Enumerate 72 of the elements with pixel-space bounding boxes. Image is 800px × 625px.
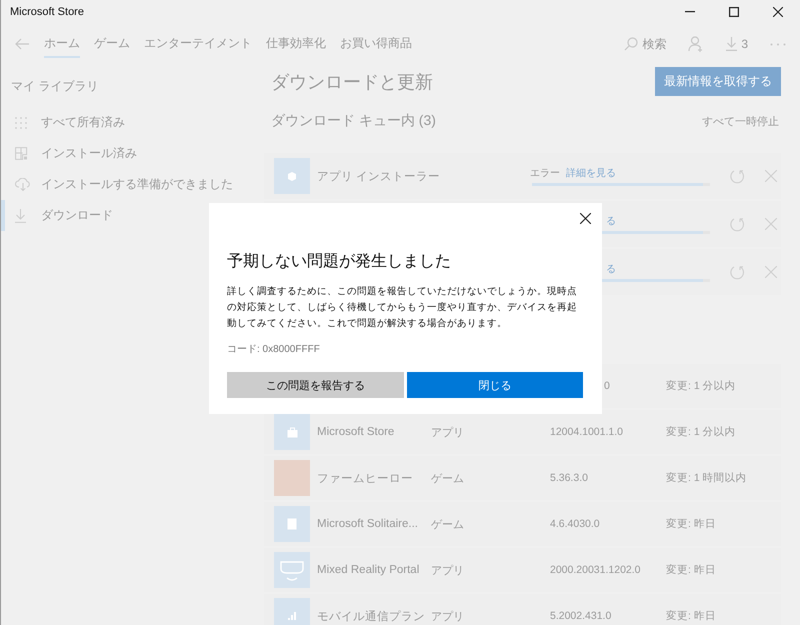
- app-name: Microsoft Store: [316, 426, 396, 438]
- changed-date: 変更: 1 分以内: [666, 425, 736, 439]
- report-button[interactable]: この問題を報告する: [227, 372, 404, 398]
- signal-icon: [287, 611, 297, 621]
- download-icon: [15, 208, 26, 222]
- search-button[interactable]: 検索: [624, 36, 666, 52]
- cloud-download-icon: [15, 178, 31, 191]
- dialog-message: 詳しく調査するために、この問題を報告していただけないでしょうか。現時点の対応策として、しばらく待機してからもう一度やり直すか、デバイスを再起動してみてください。これで問題が解決する場合があります。: [227, 285, 578, 331]
- details-link[interactable]: る: [606, 262, 616, 276]
- app-type: ゲーム: [431, 472, 465, 486]
- details-link[interactable]: 詳細を見る: [566, 166, 616, 180]
- app-type: アプリ: [431, 610, 465, 624]
- app-version: 2000.20031.1202.0: [550, 564, 642, 576]
- cancel-icon[interactable]: [765, 218, 777, 230]
- nav-tab[interactable]: 仕事効率化: [266, 30, 326, 58]
- details-link[interactable]: る: [606, 214, 616, 228]
- status-text: エラー: [530, 167, 560, 180]
- maximize-icon[interactable]: [729, 7, 739, 17]
- changed-date: 変更: 昨日: [666, 563, 716, 577]
- get-updates-button[interactable]: 最新情報を取得する: [655, 67, 781, 96]
- pause-all-link[interactable]: すべて一時停止: [702, 114, 779, 129]
- app-version: 5.2002.431.0: [550, 610, 612, 622]
- nav-tab[interactable]: ゲーム: [94, 30, 130, 58]
- sidebar-item[interactable]: インストール済み: [1, 138, 263, 169]
- sidebar-item[interactable]: すべて所有済み: [1, 107, 263, 138]
- window-title: Microsoft Store: [10, 6, 84, 18]
- app-type: アプリ: [431, 426, 465, 440]
- downloads-button[interactable]: 3: [726, 37, 748, 51]
- error-code: コード: 0x8000FFFF: [227, 343, 321, 356]
- cancel-icon[interactable]: [765, 170, 777, 182]
- card-icon: [287, 518, 297, 530]
- person-add-icon[interactable]: [688, 36, 704, 52]
- grid-icon: [15, 116, 27, 128]
- close-button[interactable]: 閉じる: [406, 372, 583, 398]
- dialog-title: 予期しない問題が発生しました: [227, 252, 452, 272]
- app-type: アプリ: [431, 564, 465, 578]
- retry-icon[interactable]: [730, 168, 745, 184]
- more-icon[interactable]: [770, 42, 786, 46]
- changed-date: 変更: 1 分以内: [666, 379, 736, 393]
- queue-heading: ダウンロード キュー内 (3): [271, 112, 436, 130]
- close-icon[interactable]: [580, 213, 591, 224]
- app-version: 12004.1001.1.0: [550, 426, 624, 438]
- app-name: Microsoft Solitaire...: [316, 518, 419, 530]
- retry-icon[interactable]: [730, 216, 745, 232]
- app-name: Mixed Reality Portal: [316, 564, 420, 576]
- sidebar-item[interactable]: インストールする準備ができました: [1, 169, 263, 200]
- app-name: アプリ インストーラー: [316, 169, 442, 184]
- back-arrow-icon[interactable]: [15, 38, 29, 50]
- changed-date: 変更: 1 時間以内: [666, 471, 747, 485]
- app-version: 5.36.3.0: [550, 472, 589, 484]
- nav-tab[interactable]: エンターテイメント: [144, 30, 252, 58]
- game-art-placeholder: [274, 460, 310, 496]
- cancel-icon[interactable]: [765, 266, 777, 278]
- app-name: ファームヒーロー: [316, 472, 414, 486]
- download-icon: [726, 37, 738, 51]
- installed-apps-icon: [15, 147, 28, 160]
- nav-tab[interactable]: ホーム: [44, 30, 80, 58]
- sidebar-heading: マイ ライブラリ: [10, 78, 100, 95]
- shopping-bag-icon: [286, 426, 298, 438]
- app-version: 0: [604, 380, 611, 392]
- changed-date: 変更: 昨日: [666, 609, 716, 623]
- nav-tab[interactable]: お買い得商品: [340, 30, 412, 58]
- page-title: ダウンロードと更新: [271, 70, 433, 94]
- retry-icon[interactable]: [730, 264, 745, 280]
- minimize-icon[interactable]: [685, 11, 695, 13]
- app-name: モバイル通信プラン: [316, 609, 426, 624]
- changed-date: 変更: 昨日: [666, 517, 716, 531]
- box-icon: [287, 171, 297, 181]
- app-type: ゲーム: [431, 518, 465, 532]
- app-version: 4.6.4030.0: [550, 518, 601, 530]
- close-icon[interactable]: [773, 7, 783, 17]
- search-icon: [624, 37, 638, 51]
